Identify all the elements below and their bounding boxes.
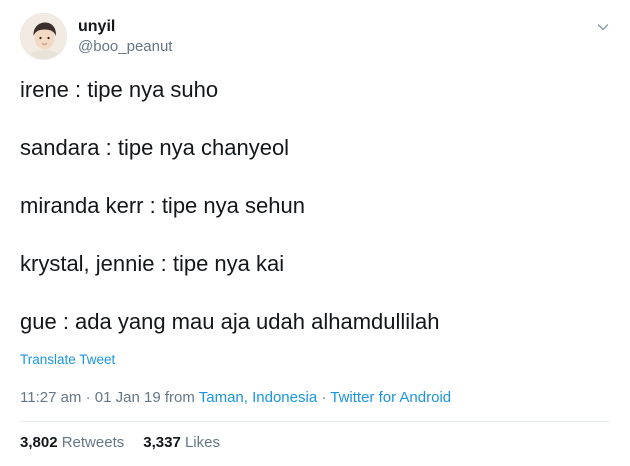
tweet-line: miranda kerr : tipe nya sehun: [20, 193, 305, 218]
tweet-header: unyil @boo_peanut: [20, 12, 172, 60]
client-link[interactable]: Twitter for Android: [330, 389, 451, 406]
retweets-count: 3,802: [20, 434, 58, 451]
tweet-text: irene : tipe nya suho sandara : tipe nya…: [20, 76, 610, 336]
chevron-down-icon[interactable]: [596, 20, 610, 34]
retweets-stat[interactable]: 3,802 Retweets: [20, 434, 124, 451]
divider: [20, 421, 610, 422]
meta-separator: ·: [81, 389, 95, 406]
likes-count: 3,337: [143, 434, 181, 451]
retweets-label: Retweets: [61, 434, 125, 451]
tweet-line: gue : ada yang mau aja udah alhamdullila…: [20, 309, 440, 334]
location-link[interactable]: Taman, Indonesia: [199, 389, 317, 406]
tweet-stats: 3,802 Retweets 3,337 Likes: [20, 434, 220, 451]
user-handle[interactable]: @boo_peanut: [78, 37, 172, 56]
from-text: from: [160, 389, 199, 406]
tweet-line: sandara : tipe nya chanyeol: [20, 135, 290, 160]
display-name[interactable]: unyil: [78, 17, 172, 37]
tweet-line: irene : tipe nya suho: [20, 77, 219, 102]
tweet-metadata: 11:27 am · 01 Jan 19 from Taman, Indones…: [20, 389, 451, 406]
tweet-line: krystal, jennie : tipe nya kai: [20, 251, 285, 276]
avatar-photo-icon: [21, 13, 66, 59]
meta-separator: ·: [317, 389, 331, 406]
likes-label: Likes: [184, 434, 220, 451]
user-names: unyil @boo_peanut: [78, 17, 172, 56]
avatar[interactable]: [20, 12, 67, 60]
tweet-date[interactable]: 01 Jan 19: [95, 389, 161, 406]
translate-tweet-link[interactable]: Translate Tweet: [20, 352, 115, 367]
likes-stat[interactable]: 3,337 Likes: [143, 434, 220, 451]
tweet-time[interactable]: 11:27 am: [20, 389, 81, 406]
tweet-card: unyil @boo_peanut irene : tipe nya suho …: [0, 0, 630, 466]
